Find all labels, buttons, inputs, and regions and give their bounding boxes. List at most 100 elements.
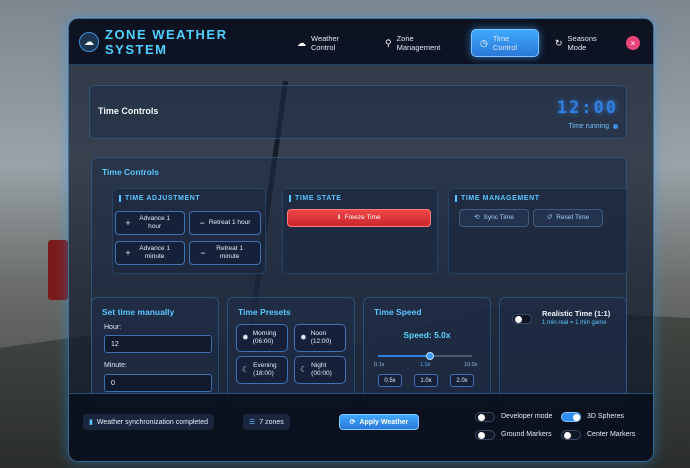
retreat-minute-button[interactable]: − Retreat 1 minute (189, 241, 261, 265)
freeze-time-button[interactable]: Ⅱ Freeze Time (287, 209, 431, 227)
speed-slider[interactable] (378, 352, 472, 360)
center-markers-label: Center Markers (587, 431, 636, 438)
sync-icon: ⟲ (474, 214, 480, 221)
preset-morning-button[interactable]: ✹ Morning (06:00) (236, 324, 288, 352)
refresh-icon: ↻ (555, 37, 563, 48)
time-presets-panel: Time Presets ✹ Morning (06:00) ✹ Noon (1… (227, 297, 355, 407)
realistic-title: Realistic Time (1:1) (542, 309, 611, 318)
preset-evening-button[interactable]: ☾ Evening (18:00) (236, 356, 288, 384)
panel-title: Time Speed (374, 307, 422, 317)
pause-icon: Ⅱ (337, 214, 341, 221)
moon-icon: ☾ (300, 365, 308, 374)
minute-label: Minute: (104, 362, 127, 369)
developer-mode-label: Developer mode (501, 413, 553, 420)
button-label: Freeze Time (344, 214, 381, 221)
hour-label: Hour: (104, 324, 122, 331)
ground-markers-toggle[interactable] (475, 430, 495, 440)
button-label: Sync Time (483, 214, 514, 221)
preset-label: Evening (18:00) (253, 362, 277, 377)
time-management-section: TIME MANAGEMENT ⟲ Sync Time ↺ Reset Time (448, 188, 628, 274)
sun-icon: ✹ (300, 333, 307, 342)
tab-weather-control[interactable]: ☁ Weather Control (289, 29, 353, 57)
hour-input[interactable]: 12 (104, 335, 212, 353)
section-heading: TIME MANAGEMENT (455, 195, 540, 202)
time-state-section: TIME STATE Ⅱ Freeze Time (282, 188, 438, 274)
tab-zone-management[interactable]: ⚲ Zone Management (377, 29, 455, 57)
app-title: Zone Weather System (105, 27, 228, 57)
refresh-icon: ⟳ (349, 419, 356, 426)
tab-time-control[interactable]: ◷ Time Control (471, 29, 539, 57)
zones-count-text: 7 zones (259, 418, 284, 426)
reset-time-button[interactable]: ↺ Reset Time (533, 209, 603, 227)
minute-input[interactable]: 0 (104, 374, 212, 392)
zone-weather-window: ☁ Zone Weather System ☁ Weather Control … (68, 18, 654, 462)
tab-label: Time Control (492, 34, 518, 52)
3d-spheres-label: 3D Spheres (587, 413, 624, 420)
plus-icon: + (125, 248, 131, 258)
panel-title: Set time manually (102, 307, 175, 317)
content-area: Time Controls 12:00 Time running Time Co… (69, 65, 653, 407)
sun-icon: ✹ (242, 333, 249, 342)
realistic-time-toggle[interactable] (512, 314, 532, 324)
location-pin-icon: ⚲ (385, 37, 392, 48)
moon-icon: ☾ (242, 365, 250, 374)
developer-mode-toggle[interactable] (475, 412, 495, 422)
time-status-label: Time running (568, 123, 609, 130)
time-header-panel: Time Controls 12:00 Time running (89, 85, 627, 139)
signal-icon: ▮ (89, 419, 93, 426)
advance-hour-button[interactable]: + Advance 1 hour (115, 211, 185, 235)
tab-label: Seasons Mode (567, 34, 597, 52)
section-heading: TIME ADJUSTMENT (119, 195, 200, 202)
panel-title: Time Controls (98, 106, 159, 116)
minus-icon: − (200, 248, 206, 258)
status-dot-icon (613, 124, 618, 129)
close-button[interactable]: × (626, 36, 640, 50)
cloud-icon: ☁ (297, 37, 306, 48)
clock-icon: ◷ (480, 37, 488, 48)
advance-minute-button[interactable]: + Advance 1 minute (115, 241, 185, 265)
sync-status-badge: ▮ Weather synchronization completed (83, 414, 215, 430)
speed-double-button[interactable]: 2.0x (450, 374, 474, 387)
scale-max: 10.0x (464, 362, 478, 368)
preset-label: Morning (06:00) (252, 330, 277, 345)
panel-title: Time Controls (102, 167, 159, 177)
cloud-sun-icon: ☁ (79, 32, 99, 52)
tab-label: Zone Management (396, 34, 441, 52)
manual-time-panel: Set time manually Hour: 12 Minute: 0 (91, 297, 219, 407)
preset-night-button[interactable]: ☾ Night (00:00) (294, 356, 346, 384)
scale-mid: 1.0x (420, 362, 431, 368)
digital-clock: 12:00 (556, 98, 618, 118)
sync-time-button[interactable]: ⟲ Sync Time (459, 209, 529, 227)
stack-icon: ☰ (249, 419, 256, 426)
preset-label: Noon (12:00) (310, 330, 332, 345)
minus-icon: − (199, 218, 205, 228)
reset-icon: ↺ (546, 214, 553, 221)
plus-icon: + (125, 218, 131, 228)
speed-normal-button[interactable]: 1.0x (414, 374, 438, 387)
header: ☁ Zone Weather System ☁ Weather Control … (69, 19, 653, 65)
scale-min: 0.1x (374, 362, 385, 368)
zones-count-badge: ☰ 7 zones (243, 414, 290, 430)
panel-title: Time Presets (238, 307, 291, 317)
sync-status-text: Weather synchronization completed (96, 418, 209, 426)
preset-label: Night (00:00) (311, 362, 332, 377)
time-status: Time running (568, 123, 618, 130)
button-label: Retreat 1 hour (208, 219, 251, 226)
speed-half-button[interactable]: 0.5x (378, 374, 402, 387)
tab-label: Weather Control (311, 34, 340, 52)
preset-noon-button[interactable]: ✹ Noon (12:00) (294, 324, 346, 352)
realistic-subtitle: 1 min real = 1 min game (542, 320, 607, 326)
retreat-hour-button[interactable]: − Retreat 1 hour (189, 211, 261, 235)
ground-markers-label: Ground Markers (501, 431, 552, 438)
button-label: Advance 1 minute (139, 245, 170, 260)
speed-slider-handle[interactable] (425, 352, 434, 360)
footer: ▮ Weather synchronization completed ☰ 7 … (69, 393, 653, 461)
center-markers-toggle[interactable] (561, 430, 581, 440)
apply-weather-button[interactable]: ⟳ Apply Weather (339, 414, 419, 430)
button-label: Retreat 1 minute (216, 245, 243, 260)
tab-seasons-mode[interactable]: ↻ Seasons Mode (547, 29, 610, 57)
3d-spheres-toggle[interactable] (561, 412, 581, 422)
button-label: Apply Weather (359, 418, 409, 426)
background-sign (48, 240, 68, 300)
button-label: Reset Time (556, 214, 590, 221)
